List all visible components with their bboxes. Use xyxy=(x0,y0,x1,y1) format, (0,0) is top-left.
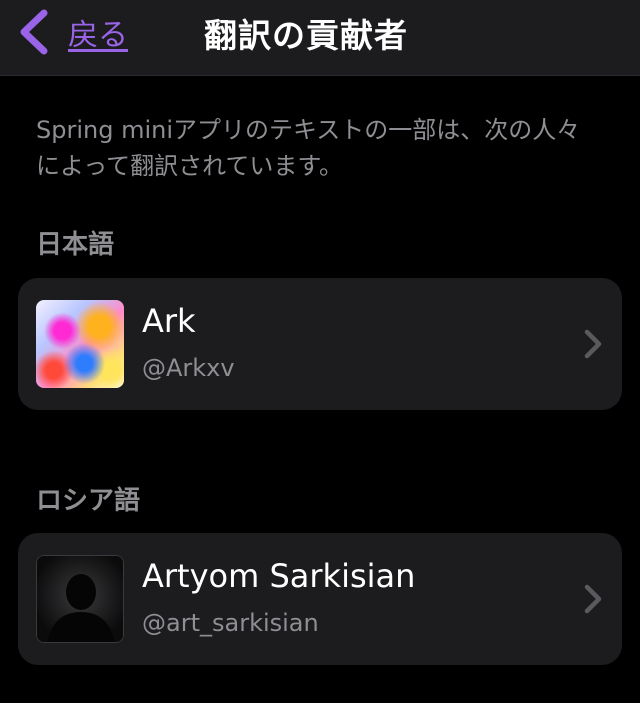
back-button[interactable]: 戻る xyxy=(14,4,128,60)
contributor-handle: @art_sarkisian xyxy=(142,609,319,637)
page-title: 翻訳の貢献者 xyxy=(204,16,408,55)
contributor-card-ark[interactable]: Ark @Arkxv xyxy=(18,278,622,410)
back-label[interactable]: 戻る xyxy=(68,10,128,54)
chevron-left-icon xyxy=(20,9,48,55)
dark-silhouette-avatar xyxy=(36,555,124,643)
person-silhouette-icon xyxy=(37,556,123,642)
section-header-russian: ロシア語 xyxy=(36,486,141,516)
navigation-bar: 戻る 翻訳の貢献者 xyxy=(0,0,640,76)
intro-text: Spring miniアプリのテキストの一部は、次の人々によって翻訳されています… xyxy=(36,116,581,180)
chevron-right-icon xyxy=(584,584,602,614)
section-header-japanese: 日本語 xyxy=(36,230,115,260)
main-content: Spring miniアプリのテキストの一部は、次の人々によって翻訳されています… xyxy=(0,76,640,703)
chevron-right-icon xyxy=(584,329,602,359)
colorful-artwork-avatar xyxy=(36,300,124,388)
contributor-name: Artyom Sarkisian xyxy=(142,557,416,595)
avatar xyxy=(36,300,124,388)
contributor-card-artyom[interactable]: Artyom Sarkisian @art_sarkisian xyxy=(18,533,622,665)
contributor-handle: @Arkxv xyxy=(142,354,235,382)
avatar xyxy=(36,555,124,643)
contributor-name: Ark xyxy=(142,302,196,340)
